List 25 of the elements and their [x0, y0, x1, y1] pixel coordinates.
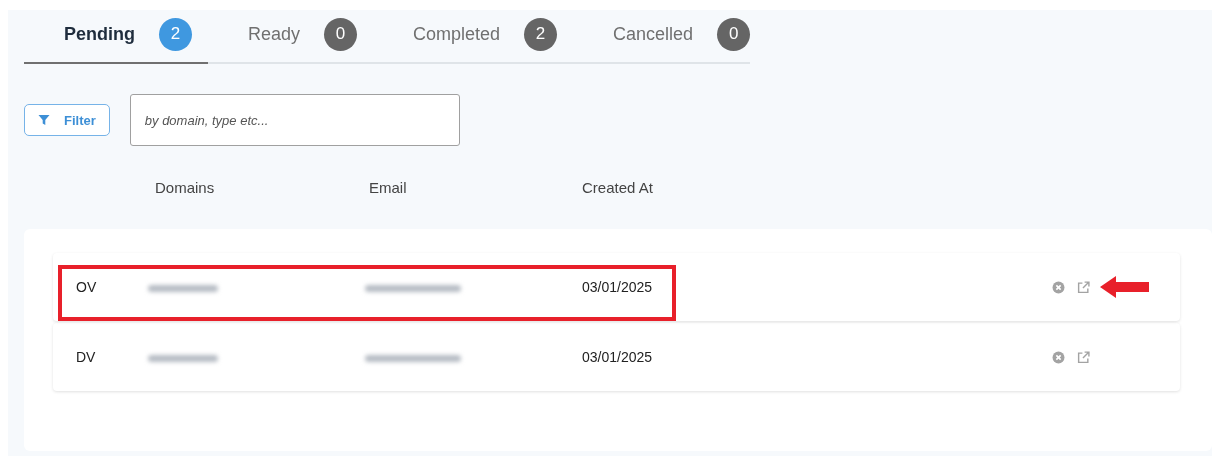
table-cell-text: DV	[75, 349, 97, 365]
external-link-icon[interactable]	[1077, 350, 1090, 364]
arrow-icon	[1100, 275, 1150, 299]
column-header: Created At	[582, 179, 653, 196]
table-cell-text: 03/01/2025	[582, 279, 654, 295]
blurred-text	[148, 355, 218, 362]
count-badge: 0	[717, 17, 751, 51]
filter-button[interactable]: Filter	[24, 104, 110, 136]
close-icon[interactable]	[1052, 280, 1065, 294]
tab[interactable]: Cancelled 0	[591, 10, 767, 64]
table-cell-text: 03/01/2025	[582, 349, 654, 365]
column-header: Domains	[155, 179, 216, 196]
tab[interactable]: Pending 2	[24, 10, 208, 64]
count-badge: 2	[524, 17, 558, 51]
close-icon[interactable]	[1052, 350, 1065, 364]
search-field[interactable]: by domain, type etc...	[129, 94, 460, 146]
blurred-text	[148, 285, 218, 292]
external-link-icon[interactable]	[1077, 280, 1090, 294]
count-badge: 0	[324, 17, 358, 51]
count-badge: 2	[159, 17, 192, 51]
column-header: Email	[369, 179, 408, 196]
tab[interactable]: Ready 0	[226, 10, 374, 64]
table-cell-text: OV	[75, 279, 98, 295]
tab[interactable]: Completed 2	[391, 10, 574, 64]
filter-icon	[38, 114, 50, 126]
